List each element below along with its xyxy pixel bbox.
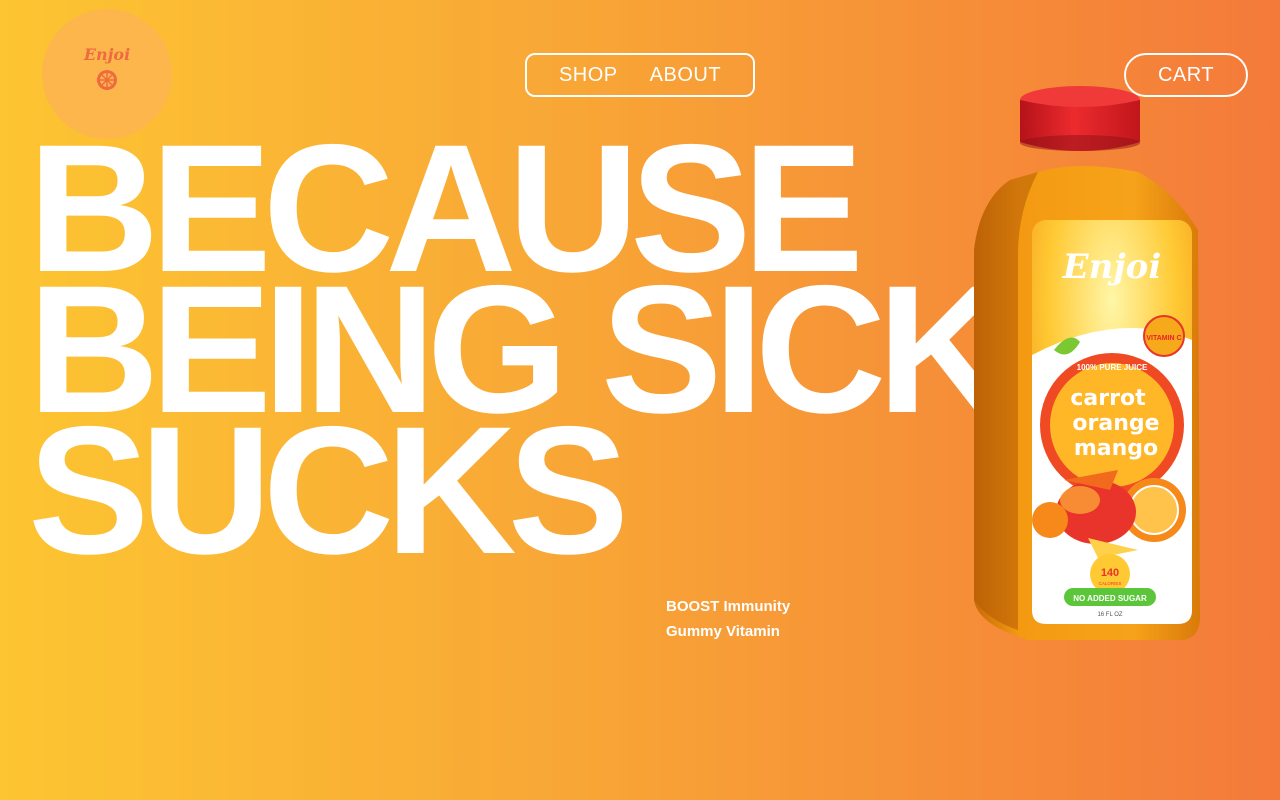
brand-name: Enjoi — [83, 44, 131, 64]
hero-headline: BECAUSE BEING SICK SUCKS — [28, 117, 1009, 581]
juice-bottle-image: Enjoi VITAMIN C 100% PURE JUICE carrot o… — [974, 86, 1200, 640]
calories-value-text: 140 — [1101, 567, 1119, 579]
flavor-orange-text: orange — [1072, 411, 1159, 436]
nav-shop-link[interactable]: SHOP — [559, 64, 618, 87]
volume-text: 16 FL OZ — [1097, 612, 1122, 618]
bottle-brand-text: Enjoi — [1062, 247, 1162, 287]
product-tagline: BOOST Immunity Gummy Vitamin — [666, 594, 790, 644]
main-nav: SHOP ABOUT — [525, 53, 755, 97]
vitamin-badge-text: VITAMIN C — [1146, 335, 1181, 342]
bottle-cap — [1020, 86, 1140, 151]
nav-about-link[interactable]: ABOUT — [650, 64, 721, 87]
flavor-mango-text: mango — [1074, 436, 1158, 461]
no-sugar-text: NO ADDED SUGAR — [1073, 594, 1147, 603]
tagline-line-2: Gummy Vitamin — [666, 623, 780, 640]
juice-claim-text: 100% PURE JUICE — [1077, 363, 1148, 372]
flavor-carrot-text: carrot — [1070, 386, 1146, 411]
tagline-line-1: BOOST Immunity — [666, 598, 791, 615]
calories-label-text: CALORIES — [1099, 581, 1122, 586]
orange-slice-icon — [97, 69, 117, 90]
